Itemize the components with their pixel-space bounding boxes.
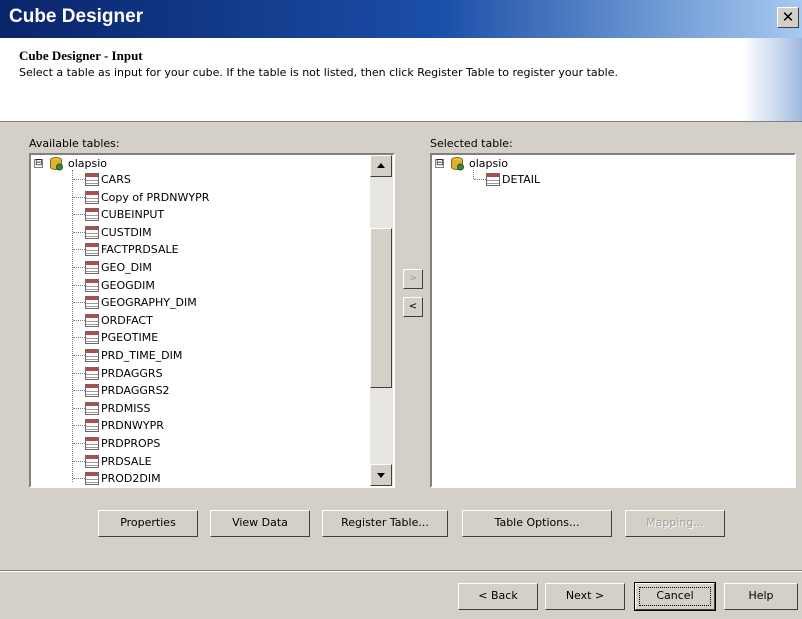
- scroll-thumb[interactable]: [370, 228, 392, 388]
- database-icon: [451, 157, 464, 171]
- selected-table-tree[interactable]: ⊟ olapsio DETAIL: [430, 153, 796, 488]
- tree-connector: [73, 249, 85, 251]
- tree-item-label[interactable]: PRDAGGRS: [101, 365, 163, 382]
- page-subtitle: Select a table as input for your cube. I…: [19, 66, 618, 79]
- tree-connector: [73, 231, 85, 233]
- table-icon: [85, 225, 99, 239]
- scroll-down-button[interactable]: [370, 464, 392, 486]
- tree-item-label[interactable]: FACTPRDSALE: [101, 241, 179, 258]
- tree-connector: [73, 267, 85, 268]
- tree-root-label[interactable]: olapsio: [68, 155, 107, 172]
- arrow-right-icon: >: [408, 273, 418, 284]
- tree-connector: [73, 196, 85, 198]
- collapse-icon[interactable]: ⊟: [435, 159, 444, 168]
- tree-item-label[interactable]: CUBEINPUT: [101, 206, 164, 223]
- back-button[interactable]: < Back: [458, 583, 538, 610]
- table-icon: [85, 472, 99, 486]
- table-icon: [85, 401, 99, 415]
- table-icon: [85, 384, 99, 398]
- help-button[interactable]: Help: [724, 583, 798, 610]
- tree-connector: [474, 179, 486, 180]
- tree-connector: [73, 460, 85, 462]
- tree-connector: [73, 478, 85, 480]
- footer-divider: [0, 570, 802, 572]
- tree-item-label[interactable]: Copy of PRDNWYPR: [101, 189, 209, 206]
- table-icon: [85, 243, 99, 257]
- tree-item-label[interactable]: GEO_DIM: [101, 259, 152, 276]
- table-icon: [85, 366, 99, 380]
- table-icon: [486, 173, 500, 186]
- focus-ring: [639, 587, 711, 606]
- title-bar: Cube Designer ✕: [0, 0, 802, 38]
- table-icon: [85, 419, 99, 433]
- close-button[interactable]: ✕: [777, 7, 799, 28]
- header-decoration: [742, 38, 802, 121]
- tree-connector: [73, 372, 85, 374]
- cancel-button[interactable]: Cancel: [634, 582, 716, 611]
- arrow-up-icon: [377, 163, 385, 168]
- tree-connector: [72, 170, 73, 482]
- tree-item-label[interactable]: PRDMISS: [101, 400, 150, 417]
- tree-connector: [473, 170, 474, 179]
- available-scrollbar[interactable]: [370, 155, 393, 486]
- database-icon: [50, 157, 63, 171]
- tree-connector: [73, 425, 85, 427]
- remove-table-button[interactable]: <: [403, 297, 423, 317]
- table-icon: [85, 296, 99, 310]
- window-title: Cube Designer: [9, 6, 144, 27]
- tree-connector: [73, 390, 85, 392]
- table-icon: [85, 437, 99, 450]
- mapping-button[interactable]: Mapping...: [625, 510, 725, 537]
- table-icon: [85, 349, 99, 362]
- tree-item-label[interactable]: PROD2DIM: [101, 470, 161, 486]
- table-icon: [85, 278, 99, 292]
- next-button[interactable]: Next >: [545, 583, 625, 610]
- tree-item-label[interactable]: ORDFACT: [101, 312, 153, 329]
- tree-connector: [73, 179, 85, 180]
- tree-item-label[interactable]: GEOGDIM: [101, 277, 155, 294]
- tree-connector: [73, 214, 85, 216]
- table-icon: [85, 173, 99, 186]
- tree-connector: [73, 355, 85, 356]
- tree-item-label[interactable]: PRDNWYPR: [101, 417, 164, 434]
- page-title: Cube Designer - Input: [19, 48, 143, 63]
- tree-connector: [73, 407, 85, 409]
- arrow-down-icon: [377, 473, 385, 478]
- view-data-button[interactable]: View Data: [210, 510, 310, 537]
- table-icon: [85, 313, 99, 327]
- tree-connector: [73, 337, 85, 339]
- wizard-header: Cube Designer - Input Select a table as …: [0, 38, 802, 122]
- register-table-button[interactable]: Register Table...: [322, 510, 448, 537]
- table-icon: [85, 261, 99, 274]
- available-tables-tree[interactable]: ⊟ olapsio CARS Copy of PRDNWYPR CUBEINPUT C…: [29, 153, 395, 488]
- tree-item-label[interactable]: PGEOTIME: [101, 329, 158, 346]
- tree-connector: [73, 284, 85, 286]
- tree-item-label[interactable]: PRDSALE: [101, 453, 152, 470]
- table-icon: [85, 331, 99, 345]
- close-icon: ✕: [781, 8, 795, 26]
- available-tables-label: Available tables:: [29, 137, 120, 150]
- properties-button[interactable]: Properties: [98, 510, 198, 537]
- tree-item-label[interactable]: PRDAGGRS2: [101, 382, 170, 399]
- table-icon: [85, 454, 99, 468]
- table-icon: [85, 208, 99, 222]
- scroll-up-button[interactable]: [370, 155, 392, 177]
- tree-root-label[interactable]: olapsio: [469, 155, 508, 172]
- tree-item-label[interactable]: DETAIL: [502, 171, 540, 188]
- tree-item-label[interactable]: PRD_TIME_DIM: [101, 347, 182, 364]
- arrow-left-icon: <: [408, 301, 418, 312]
- tree-item-label[interactable]: PRDPROPS: [101, 435, 160, 452]
- table-icon: [85, 190, 99, 204]
- table-options-button[interactable]: Table Options...: [462, 510, 612, 537]
- tree-connector: [73, 319, 85, 321]
- selected-table-label: Selected table:: [430, 137, 513, 150]
- tree-connector: [73, 443, 85, 444]
- tree-item-label[interactable]: GEOGRAPHY_DIM: [101, 294, 197, 311]
- collapse-icon[interactable]: ⊟: [34, 159, 43, 168]
- tree-item-label[interactable]: CARS: [101, 171, 131, 188]
- tree-connector: [73, 302, 85, 304]
- add-table-button[interactable]: >: [403, 269, 423, 289]
- tree-item-label[interactable]: CUSTDIM: [101, 224, 152, 241]
